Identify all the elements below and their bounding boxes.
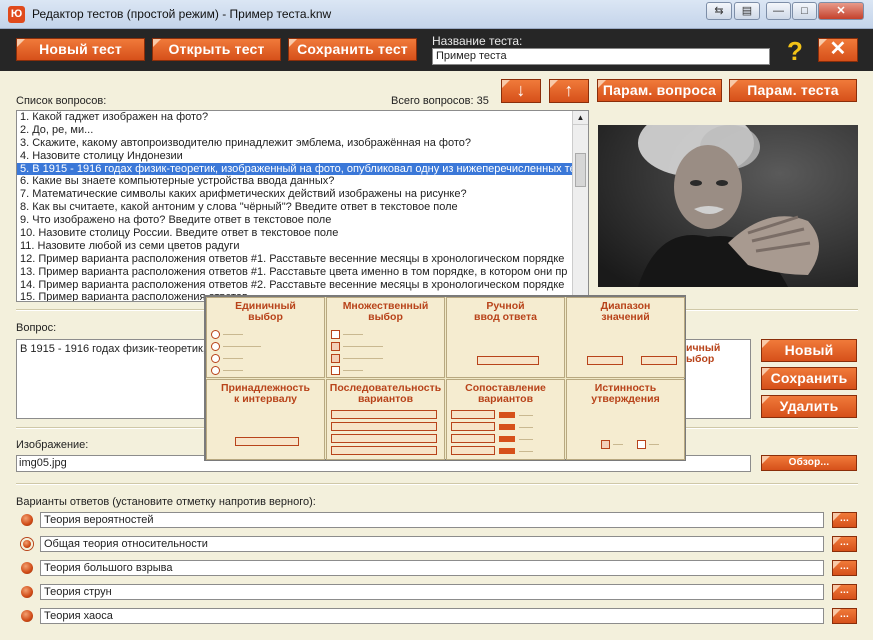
answer-input[interactable]: Общая теория относительности [40, 536, 824, 552]
divider [16, 483, 858, 485]
save-test-button[interactable]: Сохранить тест [288, 38, 417, 61]
list-item[interactable]: 14. Пример варианта расположения ответов… [17, 279, 588, 292]
close-icon[interactable]: ✕ [818, 38, 858, 62]
scroll-up-icon[interactable]: ▲ [573, 111, 588, 125]
test-name-label: Название теста: [432, 34, 523, 48]
answer-input[interactable]: Теория вероятностей [40, 512, 824, 528]
answer-input[interactable]: Теория хаоса [40, 608, 824, 624]
window-title: Редактор тестов (простой режим) - Пример… [32, 7, 332, 21]
question-list[interactable]: 1. Какой гаджет изображен на фото? 2. До,… [16, 110, 589, 302]
answer-radio[interactable] [21, 514, 33, 526]
type-matching[interactable]: Сопоставление вариантов [446, 379, 565, 460]
minimize-icon[interactable]: — [766, 2, 791, 20]
question-type-popup: ✖ Единичный выбор Множественный выбор Ру… [204, 295, 686, 461]
question-count: Всего вопросов: 35 [391, 95, 489, 107]
type-single-choice[interactable]: Единичный выбор [206, 297, 325, 378]
answer-input[interactable]: Теория большого взрыва [40, 560, 824, 576]
test-name-input[interactable]: Пример теста [432, 48, 770, 65]
app-logo-icon: Ю [8, 6, 25, 23]
list-item[interactable]: 6. Какие вы знаете компьютерные устройст… [17, 175, 588, 188]
window-titlebar: Ю Редактор тестов (простой режим) - Прим… [0, 0, 873, 29]
question-type-label: ичный ыбор [686, 342, 721, 365]
list-scrollbar[interactable]: ▲ [572, 111, 588, 301]
type-manual-input[interactable]: Ручной ввод ответа [446, 297, 565, 378]
maximize-icon[interactable]: □ [792, 2, 817, 20]
answer-radio-selected[interactable] [21, 538, 33, 550]
list-item[interactable]: 5. В 1915 - 1916 годах физик-теоретик, и… [17, 162, 588, 176]
answer-more-button[interactable]: ... [832, 512, 857, 528]
list-item[interactable]: 3. Скажите, какому автопроизводителю при… [17, 137, 588, 150]
list-item[interactable]: 13. Пример варианта расположения ответов… [17, 266, 588, 279]
list-item[interactable]: 8. Как вы считаете, какой антоним у слов… [17, 201, 588, 214]
help-icon[interactable]: ? [787, 36, 803, 67]
list-item[interactable]: 10. Назовите столицу России. Введите отв… [17, 227, 588, 240]
scroll-thumb[interactable] [575, 153, 586, 187]
answers-label: Варианты ответов (установите отметку нап… [16, 496, 316, 508]
move-down-button[interactable]: ↓ [501, 79, 541, 103]
new-test-button[interactable]: Новый тест [16, 38, 145, 61]
answer-radio[interactable] [21, 562, 33, 574]
type-multiple-choice[interactable]: Множественный выбор [326, 297, 445, 378]
answer-more-button[interactable]: ... [832, 584, 857, 600]
new-question-button[interactable]: Новый [761, 339, 857, 362]
restore-view-icon[interactable]: ▤ [734, 2, 760, 20]
type-title: Истинность утверждения [591, 382, 660, 405]
question-params-button[interactable]: Парам. вопроса [597, 79, 722, 102]
type-title: Сопоставление вариантов [465, 382, 546, 405]
question-list-label: Список вопросов: [16, 95, 107, 107]
answer-more-button[interactable]: ... [832, 536, 857, 552]
delete-question-button[interactable]: Удалить [761, 395, 857, 418]
type-sequence[interactable]: Последовательность вариантов [326, 379, 445, 460]
list-item[interactable]: 2. До, ре, ми... [17, 124, 588, 137]
answer-more-button[interactable]: ... [832, 560, 857, 576]
save-question-button[interactable]: Сохранить [761, 367, 857, 390]
switch-icon[interactable]: ⇆ [706, 2, 732, 20]
image-label: Изображение: [16, 439, 89, 451]
answer-more-button[interactable]: ... [832, 608, 857, 624]
answer-radio[interactable] [21, 610, 33, 622]
type-title: Ручной ввод ответа [474, 300, 537, 323]
list-item[interactable]: 9. Что изображено на фото? Введите ответ… [17, 214, 588, 227]
type-title: Единичный выбор [235, 300, 296, 323]
list-item[interactable]: 4. Назовите столицу Индонезии [17, 150, 588, 163]
type-title: Множественный выбор [342, 300, 429, 323]
list-item[interactable]: 12. Пример варианта расположения ответов… [17, 253, 588, 266]
question-label: Вопрос: [16, 322, 57, 334]
type-value-range[interactable]: Диапазон значений [566, 297, 685, 378]
question-photo [598, 125, 858, 287]
window-close-icon[interactable]: ✕ [818, 2, 864, 20]
test-params-button[interactable]: Парам. теста [729, 79, 857, 102]
answer-input[interactable]: Теория струн [40, 584, 824, 600]
list-item[interactable]: 1. Какой гаджет изображен на фото? [17, 111, 588, 124]
type-title: Диапазон значений [600, 300, 651, 323]
type-interval-membership[interactable]: Принадлежность к интервалу [206, 379, 325, 460]
open-test-button[interactable]: Открыть тест [152, 38, 281, 61]
type-title: Последовательность вариантов [329, 382, 442, 405]
list-item[interactable]: 11. Назовите любой из семи цветов радуги [17, 240, 588, 253]
move-up-button[interactable]: ↑ [549, 79, 589, 103]
browse-button[interactable]: Обзор... [761, 455, 857, 471]
list-item[interactable]: 7. Математические символы каких арифмети… [17, 188, 588, 201]
type-true-false[interactable]: Истинность утверждения [566, 379, 685, 460]
type-title: Принадлежность к интервалу [221, 382, 310, 405]
answer-radio[interactable] [21, 586, 33, 598]
